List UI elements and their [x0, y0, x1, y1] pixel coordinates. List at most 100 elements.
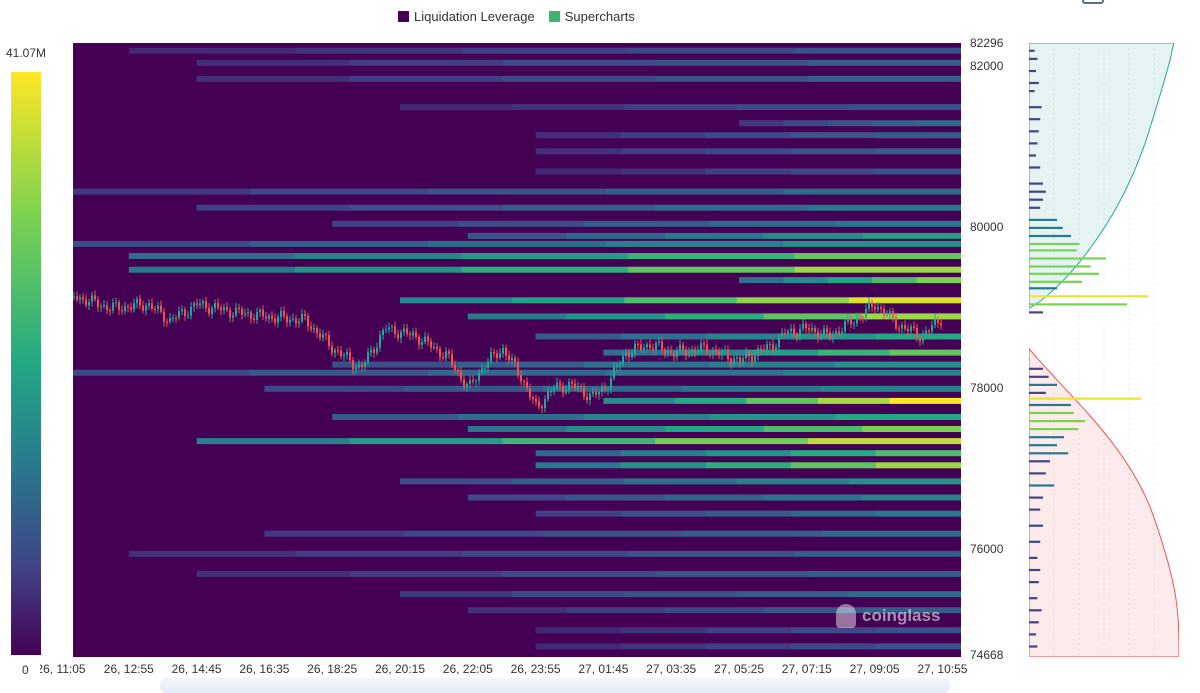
heat-band-segment — [736, 297, 850, 304]
heat-band-segment — [705, 462, 792, 469]
heat-band-segment — [705, 450, 792, 457]
heat-band-segment — [705, 643, 792, 650]
candle-body — [814, 328, 816, 332]
candle-body — [649, 344, 651, 349]
heat-band-segment — [349, 75, 503, 82]
depth-bar — [1029, 621, 1039, 624]
heat-band-segment — [461, 47, 629, 54]
heat-band-segment — [665, 232, 765, 239]
heat-band-segment — [665, 313, 765, 320]
time-tick-label: 27, 07:15 — [782, 662, 832, 676]
depth-bar — [1029, 218, 1057, 221]
depth-cumulative-upper — [1029, 43, 1175, 309]
legend-item-liquidation-leverage[interactable]: Liquidation Leverage — [398, 9, 535, 24]
heat-band-segment — [705, 510, 792, 517]
heat-band-segment — [624, 297, 738, 304]
candle-body — [415, 332, 417, 337]
color-scale-bar[interactable] — [11, 72, 41, 655]
candle-body — [532, 397, 534, 399]
legend-item-supercharts[interactable]: Supercharts — [548, 8, 635, 24]
legend-swatch-liquidation-leverage — [398, 10, 409, 22]
heat-band-segment — [889, 349, 961, 356]
candle-body — [508, 355, 510, 361]
heat-band-segment — [739, 120, 784, 127]
candle-body — [514, 357, 516, 363]
candle-body — [253, 318, 255, 320]
heat-band-segment — [709, 220, 836, 227]
candle-body — [847, 318, 849, 322]
candle-body — [589, 393, 591, 400]
heat-band-segment — [862, 232, 961, 239]
heat-band-segment — [400, 478, 513, 485]
candle-body — [871, 302, 873, 307]
candle-body — [622, 356, 624, 365]
candle-body — [133, 303, 135, 310]
depth-bar — [1029, 49, 1035, 52]
heat-band-segment — [875, 643, 961, 650]
heat-band-segment — [739, 277, 784, 284]
heat-band-segment — [763, 232, 863, 239]
heat-band-segment — [655, 59, 809, 66]
candle-body — [517, 362, 519, 376]
candle-body — [352, 360, 354, 370]
candle-body — [394, 326, 396, 335]
settings-button[interactable] — [1082, 0, 1104, 4]
heat-band-segment — [848, 297, 961, 304]
candle-body — [136, 298, 138, 304]
time-navigator[interactable] — [160, 678, 950, 693]
heat-band-segment — [196, 438, 350, 445]
candle-body — [427, 336, 429, 342]
candle-body — [841, 331, 843, 335]
depth-bar — [1029, 383, 1057, 386]
candle-body — [685, 349, 687, 356]
heat-band-segment — [790, 462, 877, 469]
candle-body — [598, 392, 600, 395]
candle-body — [643, 347, 645, 350]
candle-body — [205, 301, 207, 308]
heat-band-segment — [502, 75, 656, 82]
heat-band-segment — [655, 75, 809, 82]
candle-body — [175, 317, 177, 319]
candle-body — [580, 386, 582, 388]
candle-body — [868, 302, 870, 309]
heat-band-segment — [428, 188, 607, 195]
heat-band-segment — [835, 220, 961, 227]
heat-band-segment — [821, 530, 961, 537]
candle-body — [565, 389, 567, 393]
heat-band-segment — [295, 550, 463, 557]
candle-body — [907, 328, 909, 332]
candle-body — [754, 356, 756, 362]
liquidation-heatmap[interactable] — [73, 43, 961, 657]
candle-body — [97, 299, 99, 308]
heat-band-segment — [794, 253, 961, 259]
candle-body — [361, 364, 363, 367]
candle-body — [811, 328, 813, 331]
candle-body — [922, 334, 924, 342]
candle-body — [562, 385, 564, 393]
heat-band-segment — [535, 168, 622, 175]
candle-body — [208, 307, 210, 314]
candle-body — [886, 314, 888, 316]
candle-body — [292, 318, 294, 320]
heat-band-segment — [705, 148, 792, 155]
candle-body — [859, 317, 861, 319]
heat-band-segment — [605, 369, 784, 376]
heat-band-segment — [295, 266, 463, 273]
heat-band-segment — [512, 297, 625, 304]
heat-band-segment — [605, 188, 784, 195]
legend-label-supercharts: Supercharts — [564, 8, 635, 24]
candle-body — [367, 352, 369, 363]
candle-body — [892, 311, 894, 318]
depth-bar — [1029, 391, 1046, 394]
candle-body — [739, 357, 741, 362]
time-tick-label: 26, 14:45 — [172, 662, 222, 676]
candle-body — [655, 342, 657, 350]
heat-band-segment — [808, 570, 961, 577]
candle-body — [766, 344, 768, 350]
candle-body — [478, 372, 480, 382]
candle-body — [535, 398, 537, 402]
price-tick-label: 76000 — [970, 542, 1004, 556]
heat-band-segment — [428, 240, 607, 247]
heat-band-segment — [875, 462, 961, 469]
candle-body — [790, 328, 792, 332]
